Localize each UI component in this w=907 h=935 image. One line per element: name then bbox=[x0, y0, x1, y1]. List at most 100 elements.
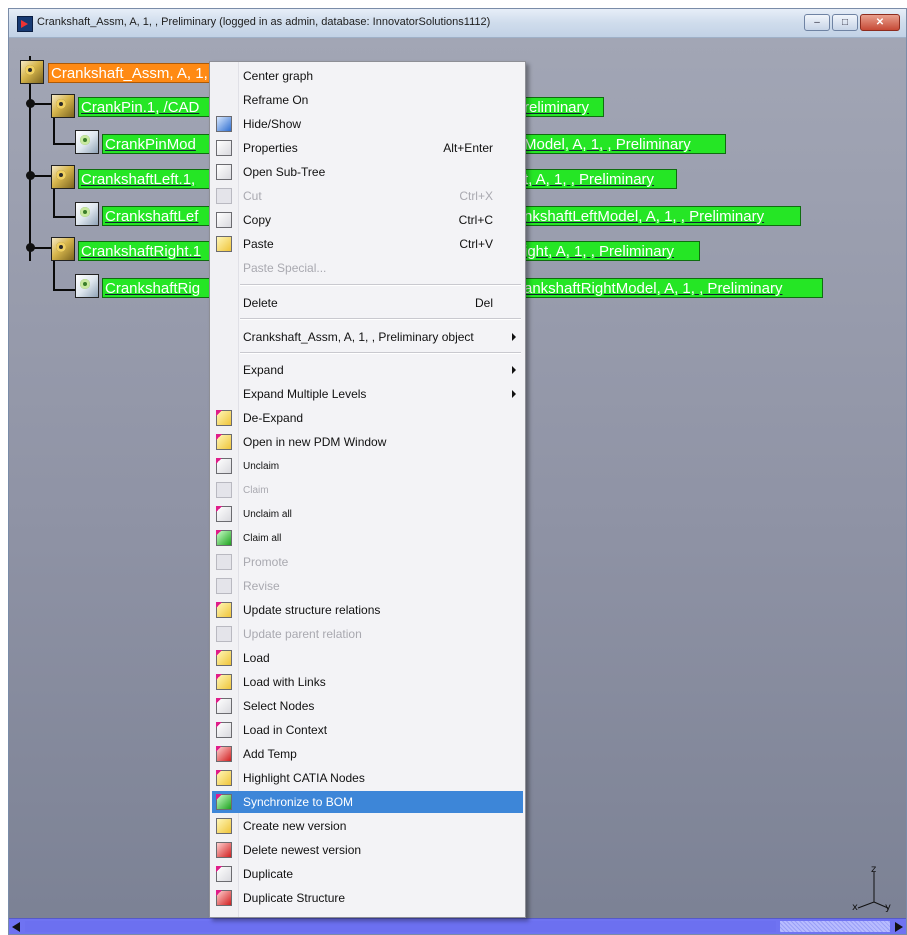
tree-node-label[interactable]: CrankshaftRight.1 bbox=[78, 241, 221, 261]
tree-node-label[interactable]: CrankshaftLef bbox=[102, 206, 221, 226]
tree-node-label[interactable]: CrankPin.1, /CAD bbox=[78, 97, 221, 117]
menu-item-label: Expand Multiple Levels bbox=[243, 387, 367, 401]
menu-item-load[interactable]: Load bbox=[212, 647, 523, 669]
menu-item-label: Open Sub-Tree bbox=[243, 165, 326, 179]
model-icon[interactable] bbox=[75, 274, 99, 298]
menu-item-copy[interactable]: Copy Ctrl+C bbox=[212, 209, 523, 231]
load-links-icon bbox=[216, 674, 232, 690]
menu-item-update-structure-relations[interactable]: Update structure relations bbox=[212, 599, 523, 621]
menu-item-paste-special[interactable]: Paste Special... bbox=[212, 257, 523, 279]
menu-item-label: Load in Context bbox=[243, 723, 328, 737]
menu-item-select-nodes[interactable]: Select Nodes bbox=[212, 695, 523, 717]
model-icon[interactable] bbox=[75, 130, 99, 154]
model-icon[interactable] bbox=[75, 202, 99, 226]
menu-item-label: Delete newest version bbox=[243, 843, 362, 857]
menu-item-cut[interactable]: Cut Ctrl+X bbox=[212, 185, 523, 207]
copy-icon bbox=[216, 212, 232, 228]
menu-item-delete[interactable]: Delete Del bbox=[212, 292, 523, 314]
menu-item-hide-show[interactable]: Hide/Show bbox=[212, 113, 523, 135]
tree-node-label[interactable]: Model, A, 1, , Preliminary bbox=[521, 134, 726, 154]
scroll-left-arrow-icon[interactable] bbox=[12, 922, 20, 932]
menu-item-de-expand[interactable]: De-Expand bbox=[212, 407, 523, 429]
horizontal-scrollbar[interactable] bbox=[9, 918, 906, 934]
menu-item-label: Load with Links bbox=[243, 675, 326, 689]
tree-connector bbox=[53, 143, 75, 145]
menu-separator bbox=[240, 318, 521, 320]
expand-toggle[interactable] bbox=[26, 243, 35, 252]
menu-item-revise[interactable]: Revise bbox=[212, 575, 523, 597]
menu-item-properties[interactable]: Properties Alt+Enter bbox=[212, 137, 523, 159]
tree-node-label[interactable]: nkshaftLeftModel, A, 1, , Preliminary bbox=[521, 206, 801, 226]
assembly-icon[interactable] bbox=[20, 60, 44, 84]
part-icon[interactable] bbox=[51, 165, 75, 189]
tree-connector bbox=[53, 289, 75, 291]
menu-item-unclaim-all[interactable]: Unclaim all bbox=[212, 503, 523, 525]
menu-item-claim-all[interactable]: Claim all bbox=[212, 527, 523, 549]
menu-item-load-with-links[interactable]: Load with Links bbox=[212, 671, 523, 693]
tree-node-root[interactable]: Crankshaft_Assm, A, 1, , Preliminary bbox=[48, 63, 295, 83]
revise-icon bbox=[216, 578, 232, 594]
menu-item-highlight-catia-nodes[interactable]: Highlight CATIA Nodes bbox=[212, 767, 523, 789]
menu-item-reframe-on[interactable]: Reframe On bbox=[212, 89, 523, 111]
update-parent-icon bbox=[216, 626, 232, 642]
menu-item-shortcut: Ctrl+X bbox=[459, 189, 493, 203]
menu-item-label: Promote bbox=[243, 555, 289, 569]
maximize-button[interactable]: □ bbox=[832, 14, 858, 31]
unclaim-icon bbox=[216, 458, 232, 474]
tree-node-label[interactable]: CrankshaftLeft.1, bbox=[78, 169, 221, 189]
menu-item-unclaim[interactable]: Unclaim bbox=[212, 455, 523, 477]
tree-connector bbox=[29, 56, 31, 261]
menu-item-update-parent-relation[interactable]: Update parent relation bbox=[212, 623, 523, 645]
minimize-button[interactable]: – bbox=[804, 14, 830, 31]
tree-node-label[interactable]: CrankshaftRig bbox=[102, 278, 221, 298]
expand-toggle[interactable] bbox=[26, 99, 35, 108]
tree-node-label[interactable]: t, A, 1, , Preliminary bbox=[521, 169, 677, 189]
part-icon[interactable] bbox=[51, 237, 75, 261]
unclaim-all-icon bbox=[216, 506, 232, 522]
menu-item-label: Unclaim bbox=[243, 461, 280, 472]
menu-item-open-in-new-pdm-window[interactable]: Open in new PDM Window bbox=[212, 431, 523, 453]
tree-node-label[interactable]: ight, A, 1, , Preliminary bbox=[521, 241, 700, 261]
menu-item-load-in-context[interactable]: Load in Context bbox=[212, 719, 523, 741]
menu-item-open-sub-tree[interactable]: Open Sub-Tree bbox=[212, 161, 523, 183]
menu-item-paste[interactable]: Paste Ctrl+V bbox=[212, 233, 523, 255]
tree-node-label[interactable]: CrankPinMod bbox=[102, 134, 221, 154]
menu-item-duplicate-structure[interactable]: Duplicate Structure bbox=[212, 887, 523, 909]
menu-item-create-new-version[interactable]: Create new version bbox=[212, 815, 523, 837]
menu-item-label: Synchronize to BOM bbox=[243, 795, 354, 809]
menu-item-duplicate[interactable]: Duplicate bbox=[212, 863, 523, 885]
menu-item-add-temp[interactable]: Add Temp bbox=[212, 743, 523, 765]
tree-connector bbox=[53, 216, 75, 218]
scrollbar-thumb[interactable] bbox=[25, 921, 776, 932]
sync-bom-icon bbox=[216, 794, 232, 810]
tree-connector bbox=[53, 260, 55, 290]
expand-toggle[interactable] bbox=[26, 171, 35, 180]
menu-item-promote[interactable]: Promote bbox=[212, 551, 523, 573]
scroll-right-arrow-icon[interactable] bbox=[895, 922, 903, 932]
menu-item-label: Update structure relations bbox=[243, 603, 381, 617]
menu-item-shortcut: Alt+Enter bbox=[443, 141, 493, 155]
menu-item-label: Revise bbox=[243, 579, 280, 593]
menu-item-delete-newest-version[interactable]: Delete newest version bbox=[212, 839, 523, 861]
close-button[interactable]: ✕ bbox=[860, 14, 900, 31]
title-bar: Crankshaft_Assm, A, 1, , Preliminary (lo… bbox=[9, 9, 906, 38]
menu-item-claim[interactable]: Claim bbox=[212, 479, 523, 501]
menu-item-label: Hide/Show bbox=[243, 117, 302, 131]
update-structure-icon bbox=[216, 602, 232, 618]
menu-item-expand-multiple-levels[interactable]: Expand Multiple Levels bbox=[212, 383, 523, 405]
load-context-icon bbox=[216, 722, 232, 738]
scrollbar-track[interactable] bbox=[780, 921, 890, 932]
menu-item-synchronize-to-bom[interactable]: Synchronize to BOM bbox=[212, 791, 523, 813]
menu-separator bbox=[240, 352, 521, 354]
menu-item-center-graph[interactable]: Center graph bbox=[212, 65, 523, 87]
menu-item-shortcut: Del bbox=[474, 296, 493, 310]
menu-item-label: Select Nodes bbox=[243, 699, 315, 713]
add-temp-icon bbox=[216, 746, 232, 762]
tree-node-label[interactable]: ankshaftRightModel, A, 1, , Preliminary bbox=[521, 278, 823, 298]
menu-item-object-submenu[interactable]: Crankshaft_Assm, A, 1, , Preliminary obj… bbox=[212, 326, 523, 348]
tree-node-label[interactable]: reliminary bbox=[521, 97, 604, 117]
menu-item-expand[interactable]: Expand bbox=[212, 359, 523, 381]
menu-item-label: Copy bbox=[243, 213, 272, 227]
window-controls: – □ ✕ bbox=[802, 14, 900, 31]
part-icon[interactable] bbox=[51, 94, 75, 118]
